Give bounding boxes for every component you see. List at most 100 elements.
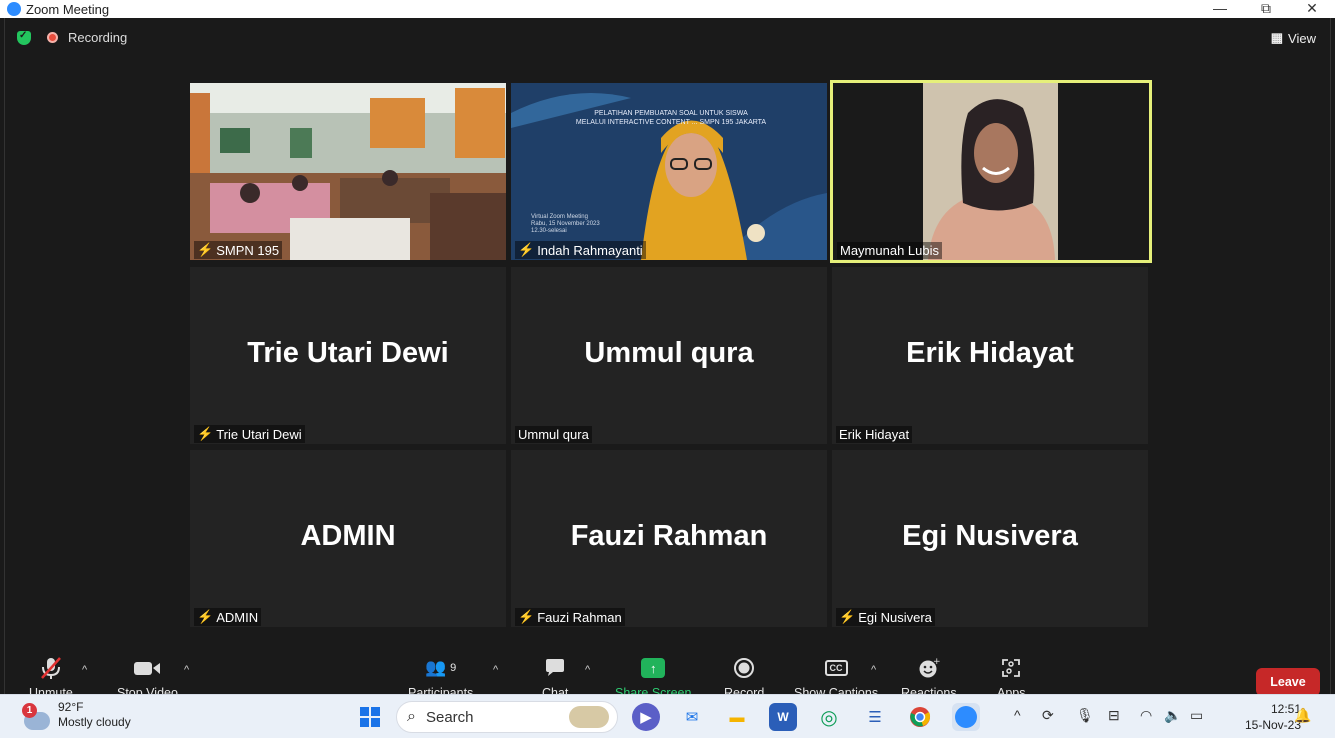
apps-icon xyxy=(1001,652,1021,684)
search-highlight-illustration-icon xyxy=(569,706,609,728)
participants-options-caret-icon[interactable]: ^ xyxy=(493,664,498,676)
weather-widget[interactable]: 1 92°F Mostly cloudy xyxy=(22,700,131,730)
show-hidden-icons-chevron-icon[interactable]: ^ xyxy=(1014,707,1021,723)
reactions-button[interactable]: + Reactions xyxy=(901,652,957,700)
share-screen-button[interactable]: ↑ Share Screen xyxy=(615,652,691,700)
participant-name-label: ⚡ ADMIN xyxy=(194,608,262,626)
record-button[interactable]: Record xyxy=(724,652,764,700)
video-tile-erik-hidayat[interactable]: Erik Hidayat Erik Hidayat xyxy=(832,267,1148,444)
view-label: View xyxy=(1288,30,1316,46)
audio-options-caret-icon[interactable]: ^ xyxy=(82,664,87,676)
classroom-video xyxy=(190,83,506,260)
video-options-caret-icon[interactable]: ^ xyxy=(184,664,189,676)
cloud-icon: 1 xyxy=(22,703,50,730)
video-tile-egi-nusivera[interactable]: Egi Nusivera ⚡ Egi Nusivera xyxy=(832,450,1148,627)
battery-icon[interactable]: ▭ xyxy=(1190,707,1203,724)
mail-icon[interactable]: ✉ xyxy=(678,703,706,731)
muted-mic-icon: ⚡ xyxy=(518,242,535,257)
zoom-logo-icon xyxy=(7,2,21,16)
display-icon[interactable]: ⊟ xyxy=(1108,707,1120,724)
wifi-icon[interactable]: ◠ xyxy=(1140,707,1152,724)
windows-start-button[interactable] xyxy=(356,703,384,731)
participant-name-label: ⚡ Fauzi Rahman xyxy=(515,608,625,626)
participant-display-name: Fauzi Rahman xyxy=(570,520,768,552)
record-icon xyxy=(733,652,755,684)
recording-icon xyxy=(47,32,58,43)
participant-display-name: ADMIN xyxy=(300,520,396,552)
participant-name-label: Maymunah Lubis xyxy=(837,242,942,259)
window-title: Zoom Meeting xyxy=(26,1,110,17)
video-tile-maymunah-lubis-active[interactable]: Maymunah Lubis xyxy=(830,80,1152,263)
participant-display-name: Ummul qura xyxy=(584,337,754,369)
word-icon[interactable]: W xyxy=(769,703,797,731)
muted-mic-icon: ⚡ xyxy=(839,609,856,624)
video-tile-fauzi-rahman[interactable]: Fauzi Rahman ⚡ Fauzi Rahman xyxy=(511,450,827,627)
share-screen-icon: ↑ xyxy=(641,658,666,678)
meeting-status: Recording xyxy=(17,30,127,45)
video-tile-indah-rahmayanti[interactable]: PELATIHAN PEMBUATAN SOAL UNTUK SISWA MEL… xyxy=(511,83,827,260)
closed-captions-icon: CC xyxy=(824,660,848,676)
slide-meta: Virtual Zoom Meeting Rabu, 15 November 2… xyxy=(531,214,600,234)
participant-name-label: Ummul qura xyxy=(515,426,592,443)
muted-mic-icon: ⚡ xyxy=(197,242,214,257)
windows-logo-icon xyxy=(360,707,380,727)
teams-chat-icon[interactable]: ▶ xyxy=(632,703,660,731)
restore-button[interactable]: ⧉ xyxy=(1243,0,1289,18)
encryption-shield-icon[interactable] xyxy=(17,30,31,45)
apps-button[interactable]: Apps xyxy=(997,652,1026,700)
participant-name-label: ⚡ Egi Nusivera xyxy=(836,608,935,626)
chrome-icon[interactable] xyxy=(906,703,934,731)
speaker-video xyxy=(833,83,1149,260)
video-tile-trie-utari-dewi[interactable]: Trie Utari Dewi ⚡ Trie Utari Dewi xyxy=(190,267,506,444)
stop-video-button[interactable]: Stop Video xyxy=(117,652,178,700)
window-titlebar: Zoom Meeting — ⧉ ✕ xyxy=(0,0,1335,18)
chat-button[interactable]: Chat xyxy=(542,652,568,700)
video-tile-admin[interactable]: ADMIN ⚡ ADMIN xyxy=(190,450,506,627)
video-tile-smpn-195[interactable]: ⚡ SMPN 195 xyxy=(190,83,506,260)
microphone-icon[interactable]: 🎙 xyxy=(1076,707,1094,724)
windows-taskbar: 1 92°F Mostly cloudy ⌕ Search ▶ ✉ ▬ W ◎ … xyxy=(0,694,1335,738)
reactions-smiley-icon: + xyxy=(918,652,940,684)
slide-title: PELATIHAN PEMBUATAN SOAL UNTUK SISWA MEL… xyxy=(575,110,767,126)
chat-bubble-icon xyxy=(544,652,566,684)
file-explorer-icon[interactable]: ▬ xyxy=(723,703,751,731)
window-controls: — ⧉ ✕ xyxy=(1197,0,1335,18)
search-icon: ⌕ xyxy=(407,708,416,725)
grid-view-icon: ▦ xyxy=(1270,30,1284,45)
participants-button[interactable]: 👥 9 Participants xyxy=(408,652,473,700)
muted-mic-icon: ⚡ xyxy=(197,426,214,441)
participant-display-name: Egi Nusivera xyxy=(902,520,1078,552)
clock-time: 12:51 xyxy=(1270,702,1301,716)
video-camera-icon xyxy=(133,652,161,684)
notepad-icon[interactable]: ☰ xyxy=(861,703,889,731)
clock-date: 15-Nov-23 xyxy=(1244,718,1301,732)
sync-icon[interactable]: ⟳ xyxy=(1042,707,1054,724)
close-button[interactable]: ✕ xyxy=(1289,0,1335,18)
muted-microphone-icon xyxy=(40,652,62,684)
svg-text:+: + xyxy=(933,657,940,667)
captions-options-caret-icon[interactable]: ^ xyxy=(871,664,876,676)
participant-name-label: Erik Hidayat xyxy=(836,426,913,443)
video-tile-ummul-qura[interactable]: Ummul qura Ummul qura xyxy=(511,267,827,444)
edge-browser-icon[interactable]: ◎ xyxy=(815,703,843,731)
muted-mic-icon: ⚡ xyxy=(197,609,214,624)
recording-label: Recording xyxy=(68,30,128,45)
unmute-button[interactable]: Unmute xyxy=(29,652,73,700)
taskbar-search-box[interactable]: ⌕ Search xyxy=(396,701,618,733)
taskbar-clock[interactable]: 12:51 15-Nov-23 xyxy=(1245,701,1301,733)
participant-name-label: ⚡ Trie Utari Dewi xyxy=(194,425,305,443)
view-button[interactable]: ▦ View xyxy=(1271,30,1316,46)
notifications-icon[interactable]: 🔔 xyxy=(1294,707,1311,724)
show-captions-button[interactable]: CC Show Captions xyxy=(794,652,878,700)
chat-options-caret-icon[interactable]: ^ xyxy=(585,664,590,676)
participants-icon: 👥 9 xyxy=(425,658,457,677)
search-label: Search xyxy=(425,708,474,726)
meeting-area: Recording ▦ View ⚡ SMPN 195 xyxy=(4,18,1331,700)
leave-button[interactable]: Leave xyxy=(1256,668,1320,696)
weather-temperature: 92°F xyxy=(58,700,84,714)
volume-icon[interactable]: 🔈 xyxy=(1164,707,1181,724)
notification-badge: 1 xyxy=(22,703,37,718)
minimize-button[interactable]: — xyxy=(1197,0,1243,18)
weather-description: Mostly cloudy xyxy=(58,715,131,729)
zoom-app-icon[interactable] xyxy=(952,703,980,731)
